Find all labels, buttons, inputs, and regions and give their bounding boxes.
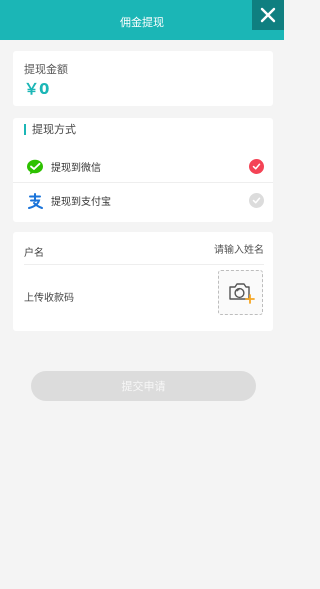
divider	[24, 264, 264, 265]
selected-check-icon[interactable]	[249, 159, 264, 174]
method-label-alipay: 提现到支付宝	[51, 197, 111, 208]
submit-button[interactable]: 提交申请	[31, 371, 256, 401]
method-title: 提现方式	[24, 124, 76, 135]
method-label-wechat: 提现到微信	[51, 162, 101, 174]
amount-card: 提现金额 ￥0	[13, 51, 273, 106]
top-bar: 佣金提现	[0, 0, 284, 40]
withdraw-method-card: 提现方式 提现到微信 提现到支付宝	[13, 118, 273, 222]
close-icon	[260, 7, 276, 23]
account-name-input[interactable]	[144, 240, 264, 260]
qr-upload-button[interactable]	[218, 270, 263, 315]
amount-label: 提现金额	[24, 63, 68, 76]
account-name-label: 户名	[24, 248, 44, 259]
amount-value: ￥0	[24, 80, 50, 98]
camera-add-icon	[228, 282, 255, 304]
method-option-wechat[interactable]: 提现到微信	[13, 150, 273, 183]
alipay-icon	[28, 193, 43, 209]
page-title: 佣金提现	[120, 16, 164, 29]
qr-code-label: 上传收款码	[24, 293, 74, 304]
unselected-check-icon[interactable]	[249, 193, 264, 208]
close-button[interactable]	[252, 0, 284, 30]
method-option-alipay[interactable]: 提现到支付宝	[13, 184, 273, 217]
wechat-icon	[27, 159, 43, 175]
account-info-card: 户名 上传收款码	[13, 232, 273, 331]
